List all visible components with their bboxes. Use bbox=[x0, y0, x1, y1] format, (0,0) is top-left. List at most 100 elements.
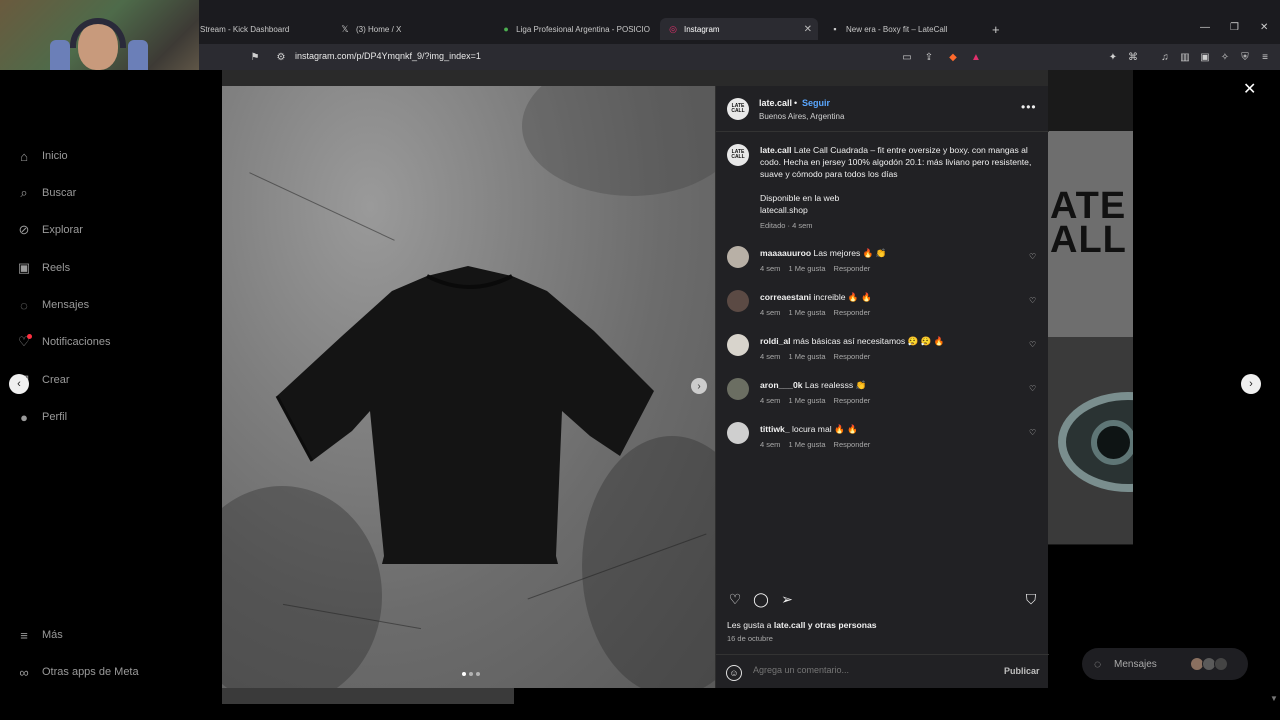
carousel-dot bbox=[462, 672, 466, 676]
messenger-icon: ◌ bbox=[20, 297, 28, 313]
more-options-icon[interactable]: ••• bbox=[1021, 100, 1037, 114]
comment-item: maaaauuroo Las mejores 🔥 👏 4 sem 1 Me gus… bbox=[727, 246, 1042, 286]
post-photo[interactable]: › bbox=[222, 86, 715, 688]
reply-button[interactable]: Responder bbox=[834, 264, 871, 273]
reply-button[interactable]: Responder bbox=[834, 440, 871, 449]
save-icon[interactable]: ⛉ bbox=[1023, 591, 1039, 607]
url-field[interactable]: instagram.com/p/DP4Ymqnkf_9/?img_index=1 bbox=[295, 51, 481, 61]
commenter-username[interactable]: maaaauuroo bbox=[760, 248, 811, 258]
author-avatar[interactable]: LATE CALL bbox=[727, 98, 749, 120]
commenter-avatar[interactable] bbox=[727, 378, 749, 400]
commenter-username[interactable]: tittiwk_ bbox=[760, 424, 790, 434]
comment-likes[interactable]: 1 Me gusta bbox=[788, 264, 825, 273]
caption-link[interactable]: latecall.shop bbox=[760, 204, 1035, 216]
tab-label: (3) Home / X bbox=[356, 24, 402, 34]
sidebar-item-explorar[interactable]: ⊘ Explorar bbox=[16, 222, 83, 238]
sidebar-item-notificaciones[interactable]: ♡ Notificaciones bbox=[16, 334, 110, 350]
likes-user[interactable]: late.call bbox=[774, 620, 806, 630]
carousel-next-button[interactable]: › bbox=[691, 378, 707, 394]
like-comment-icon[interactable]: ♡ bbox=[1029, 428, 1036, 437]
likes-suffix[interactable]: y otras personas bbox=[808, 620, 877, 630]
commenter-username[interactable]: roldi_al bbox=[760, 336, 791, 346]
comment-likes[interactable]: 1 Me gusta bbox=[788, 396, 825, 405]
leo-icon[interactable]: ✧ bbox=[1218, 50, 1232, 64]
music-icon[interactable]: ♫ bbox=[1158, 50, 1172, 64]
restore-icon[interactable]: ❐ bbox=[1230, 22, 1239, 33]
share-icon[interactable]: ➢ bbox=[779, 591, 795, 607]
like-comment-icon[interactable]: ♡ bbox=[1029, 296, 1036, 305]
bookmark-icon[interactable]: ⚑ bbox=[248, 50, 262, 64]
comment-time: 4 sem bbox=[760, 352, 781, 361]
sidebar-item-inicio[interactable]: ⌂ Inicio bbox=[16, 148, 68, 164]
comment-likes[interactable]: 1 Me gusta bbox=[788, 440, 825, 449]
tab-latecall[interactable]: ▪ New era - Boxy fit – LateCall bbox=[830, 18, 980, 40]
tab-label: Instagram bbox=[684, 24, 720, 34]
next-post-button[interactable]: › bbox=[1241, 374, 1261, 394]
commenter-username[interactable]: correaestani bbox=[760, 292, 811, 302]
reply-button[interactable]: Responder bbox=[834, 396, 871, 405]
sidebar-item-mensajes[interactable]: ◌ Mensajes bbox=[16, 297, 89, 313]
close-window-icon[interactable]: ✕ bbox=[1260, 22, 1268, 33]
commenter-avatar[interactable] bbox=[727, 290, 749, 312]
comment-body: increible 🔥 🔥 bbox=[813, 292, 872, 302]
minimize-icon[interactable]: — bbox=[1200, 22, 1210, 33]
translate-icon[interactable]: ⌘ bbox=[1126, 50, 1140, 64]
comment-icon[interactable]: ◯ bbox=[753, 591, 769, 607]
like-comment-icon[interactable]: ♡ bbox=[1029, 384, 1036, 393]
sidebar-item-label: Explorar bbox=[42, 224, 83, 236]
comment-item: correaestani increible 🔥 🔥 4 sem 1 Me gus… bbox=[727, 290, 1042, 330]
like-comment-icon[interactable]: ♡ bbox=[1029, 340, 1036, 349]
close-modal-icon[interactable]: ✕ bbox=[1243, 79, 1256, 99]
screen-icon[interactable]: ▭ bbox=[900, 50, 914, 64]
commenter-avatar[interactable] bbox=[727, 246, 749, 268]
sidebar-toggle-icon[interactable]: ▥ bbox=[1178, 50, 1192, 64]
reply-button[interactable]: Responder bbox=[834, 308, 871, 317]
brave-shield-icon[interactable]: ◆ bbox=[946, 50, 960, 64]
tab-liga[interactable]: ● Liga Profesional Argentina - POSICIO bbox=[502, 18, 650, 40]
menu-icon: ≡ bbox=[20, 627, 28, 643]
tab-kick[interactable]: Stream - Kick Dashboard bbox=[200, 18, 330, 40]
commenter-avatar[interactable] bbox=[727, 334, 749, 356]
commenter-username[interactable]: aron___0k bbox=[760, 380, 803, 390]
share-icon[interactable]: ⇪ bbox=[922, 50, 936, 64]
follow-button[interactable]: Seguir bbox=[802, 98, 830, 108]
publish-button[interactable]: Publicar bbox=[1004, 666, 1040, 676]
comment-likes[interactable]: 1 Me gusta bbox=[788, 352, 825, 361]
site-settings-icon[interactable]: ⚙ bbox=[274, 50, 288, 64]
sidebar-item-mas[interactable]: ≡ Más bbox=[16, 627, 63, 643]
new-tab-icon[interactable]: + bbox=[992, 22, 1000, 37]
likes-summary[interactable]: Les gusta a late.call y otras personas bbox=[727, 620, 877, 630]
commenter-avatar[interactable] bbox=[727, 422, 749, 444]
menu-icon[interactable]: ≡ bbox=[1258, 50, 1272, 64]
like-comment-icon[interactable]: ♡ bbox=[1029, 252, 1036, 261]
messages-pill[interactable]: ◌ Mensajes bbox=[1082, 648, 1248, 680]
carousel-dot bbox=[469, 672, 473, 676]
emoji-icon[interactable]: ☺ bbox=[726, 665, 742, 681]
brave-rewards-icon[interactable]: ▲ bbox=[969, 50, 983, 64]
sidebar-item-reels[interactable]: ▣ Reels bbox=[16, 260, 70, 276]
extensions-icon[interactable]: ✦ bbox=[1106, 50, 1120, 64]
sidebar-item-otras-apps[interactable]: ∞ Otras apps de Meta bbox=[16, 664, 138, 680]
tab-instagram[interactable]: ◎ Instagram ✕ bbox=[660, 18, 818, 40]
comment-body: locura mal 🔥 🔥 bbox=[792, 424, 858, 434]
tab-x[interactable]: 𝕏 (3) Home / X bbox=[340, 18, 490, 40]
close-tab-icon[interactable]: ✕ bbox=[804, 24, 812, 35]
reply-button[interactable]: Responder bbox=[834, 352, 871, 361]
caption-avatar[interactable]: LATE CALL bbox=[727, 144, 749, 166]
post-date: 16 de octubre bbox=[727, 634, 773, 643]
comment-likes[interactable]: 1 Me gusta bbox=[788, 308, 825, 317]
post-location[interactable]: Buenos Aires, Argentina bbox=[759, 112, 844, 121]
scroll-down-icon[interactable]: ▼ bbox=[1270, 694, 1278, 703]
previous-post-button[interactable]: ‹ bbox=[9, 374, 29, 394]
comment-body: Las realesss 👏 bbox=[804, 380, 867, 390]
comment-input[interactable] bbox=[753, 665, 983, 675]
caption-meta: Editado · 4 sem bbox=[760, 221, 813, 230]
author-username[interactable]: late.call bbox=[759, 98, 792, 108]
like-icon[interactable]: ♡ bbox=[727, 591, 743, 607]
sidebar-item-buscar[interactable]: ⌕ Buscar bbox=[16, 185, 76, 201]
wallet-icon[interactable]: ▣ bbox=[1198, 50, 1212, 64]
sidebar-item-perfil[interactable]: ● Perfil bbox=[16, 409, 67, 425]
caption-username[interactable]: late.call bbox=[760, 145, 792, 155]
headphones bbox=[70, 18, 126, 48]
vpn-icon[interactable]: ⛨ bbox=[1238, 50, 1252, 64]
